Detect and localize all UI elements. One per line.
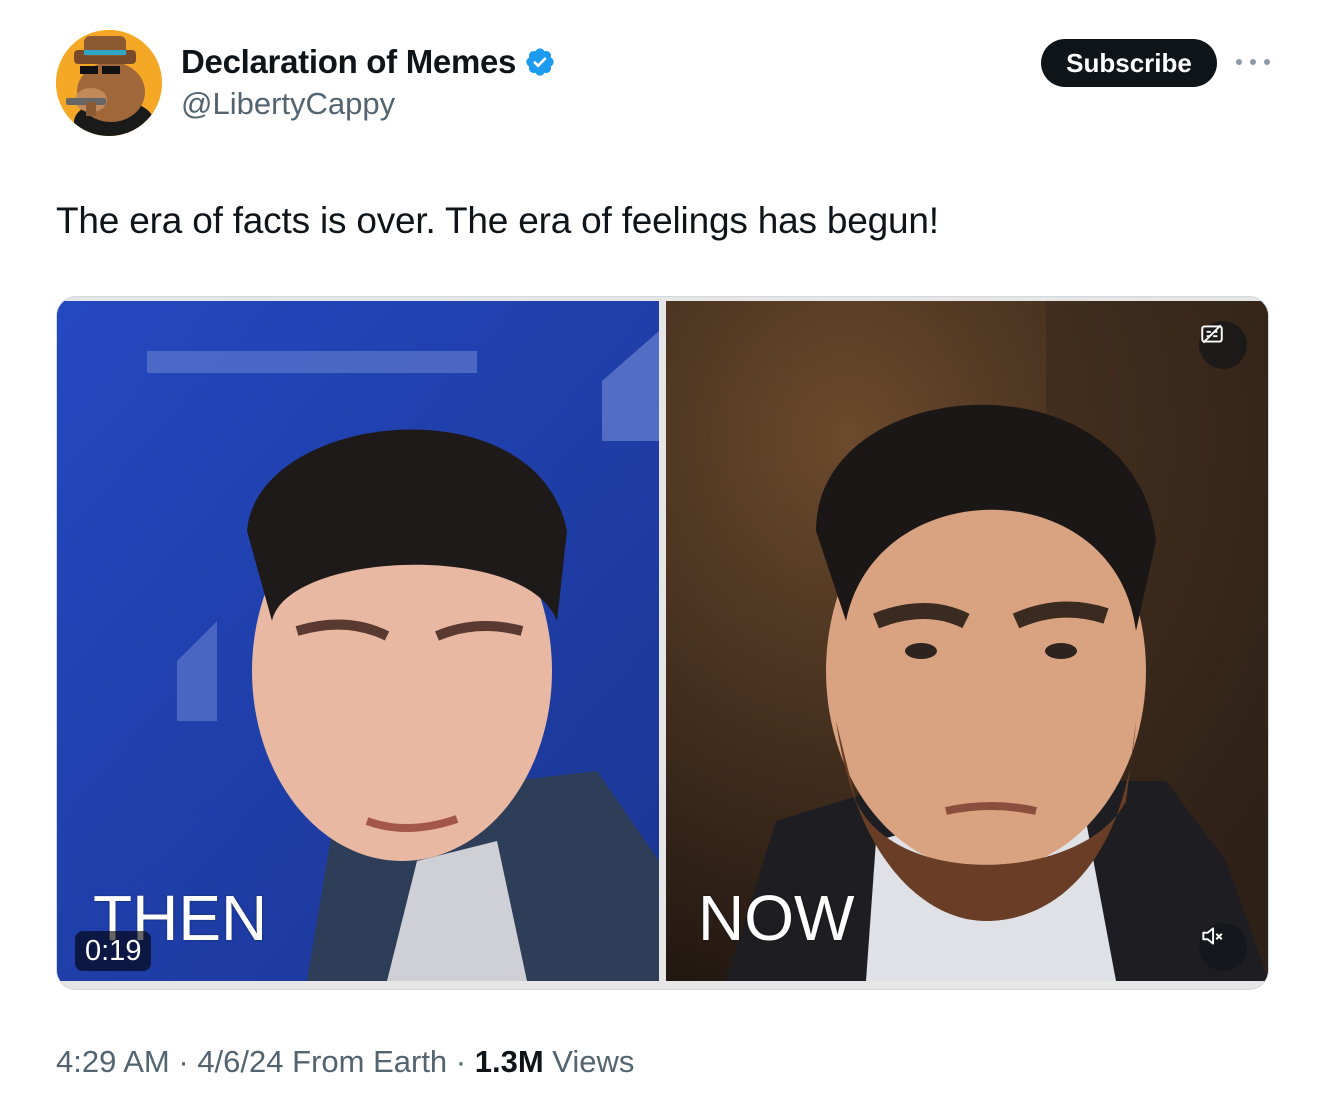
tweet-source: From Earth (292, 1044, 448, 1079)
then-portrait-image (57, 301, 659, 981)
tweet-time[interactable]: 4:29 AM (56, 1044, 170, 1079)
author-name-row[interactable]: Declaration of Memes (181, 40, 556, 84)
more-dot (1236, 59, 1242, 65)
muted-speaker-icon[interactable] (1199, 923, 1247, 971)
video-frame-now: NOW (666, 301, 1268, 981)
meta-separator: · (169, 1044, 198, 1079)
captions-off-icon[interactable] (1199, 321, 1247, 369)
tweet-date[interactable]: 4/6/24 (197, 1044, 283, 1079)
author-handle[interactable]: @LibertyCappy (181, 83, 395, 125)
now-caption: NOW (698, 882, 855, 954)
tweet-text: The era of facts is over. The era of fee… (56, 200, 939, 241)
author-display-name[interactable]: Declaration of Memes (181, 40, 516, 84)
more-dot (1264, 59, 1270, 65)
video-duration: 0:19 (75, 931, 152, 971)
verified-badge-icon[interactable] (524, 46, 556, 78)
tweet-meta: 4:29 AM · 4/6/24 From Earth · 1.3M Views (56, 1040, 634, 1084)
subscribe-button[interactable]: Subscribe (1041, 39, 1217, 87)
captions-off-glyph (1201, 324, 1223, 344)
views-count: 1.3M (474, 1044, 544, 1079)
meta-separator: · (447, 1044, 475, 1079)
author-avatar[interactable] (56, 30, 162, 136)
video-frame-then: THEN 0:19 (57, 301, 659, 981)
now-portrait-image (666, 301, 1268, 981)
cowboy-capybara-avatar-icon (56, 30, 162, 136)
more-options-icon[interactable] (1236, 52, 1270, 72)
views-label: Views (552, 1044, 635, 1079)
video-player[interactable]: THEN 0:19 NOW (56, 296, 1269, 990)
more-dot (1250, 59, 1256, 65)
muted-speaker-glyph (1202, 927, 1223, 945)
